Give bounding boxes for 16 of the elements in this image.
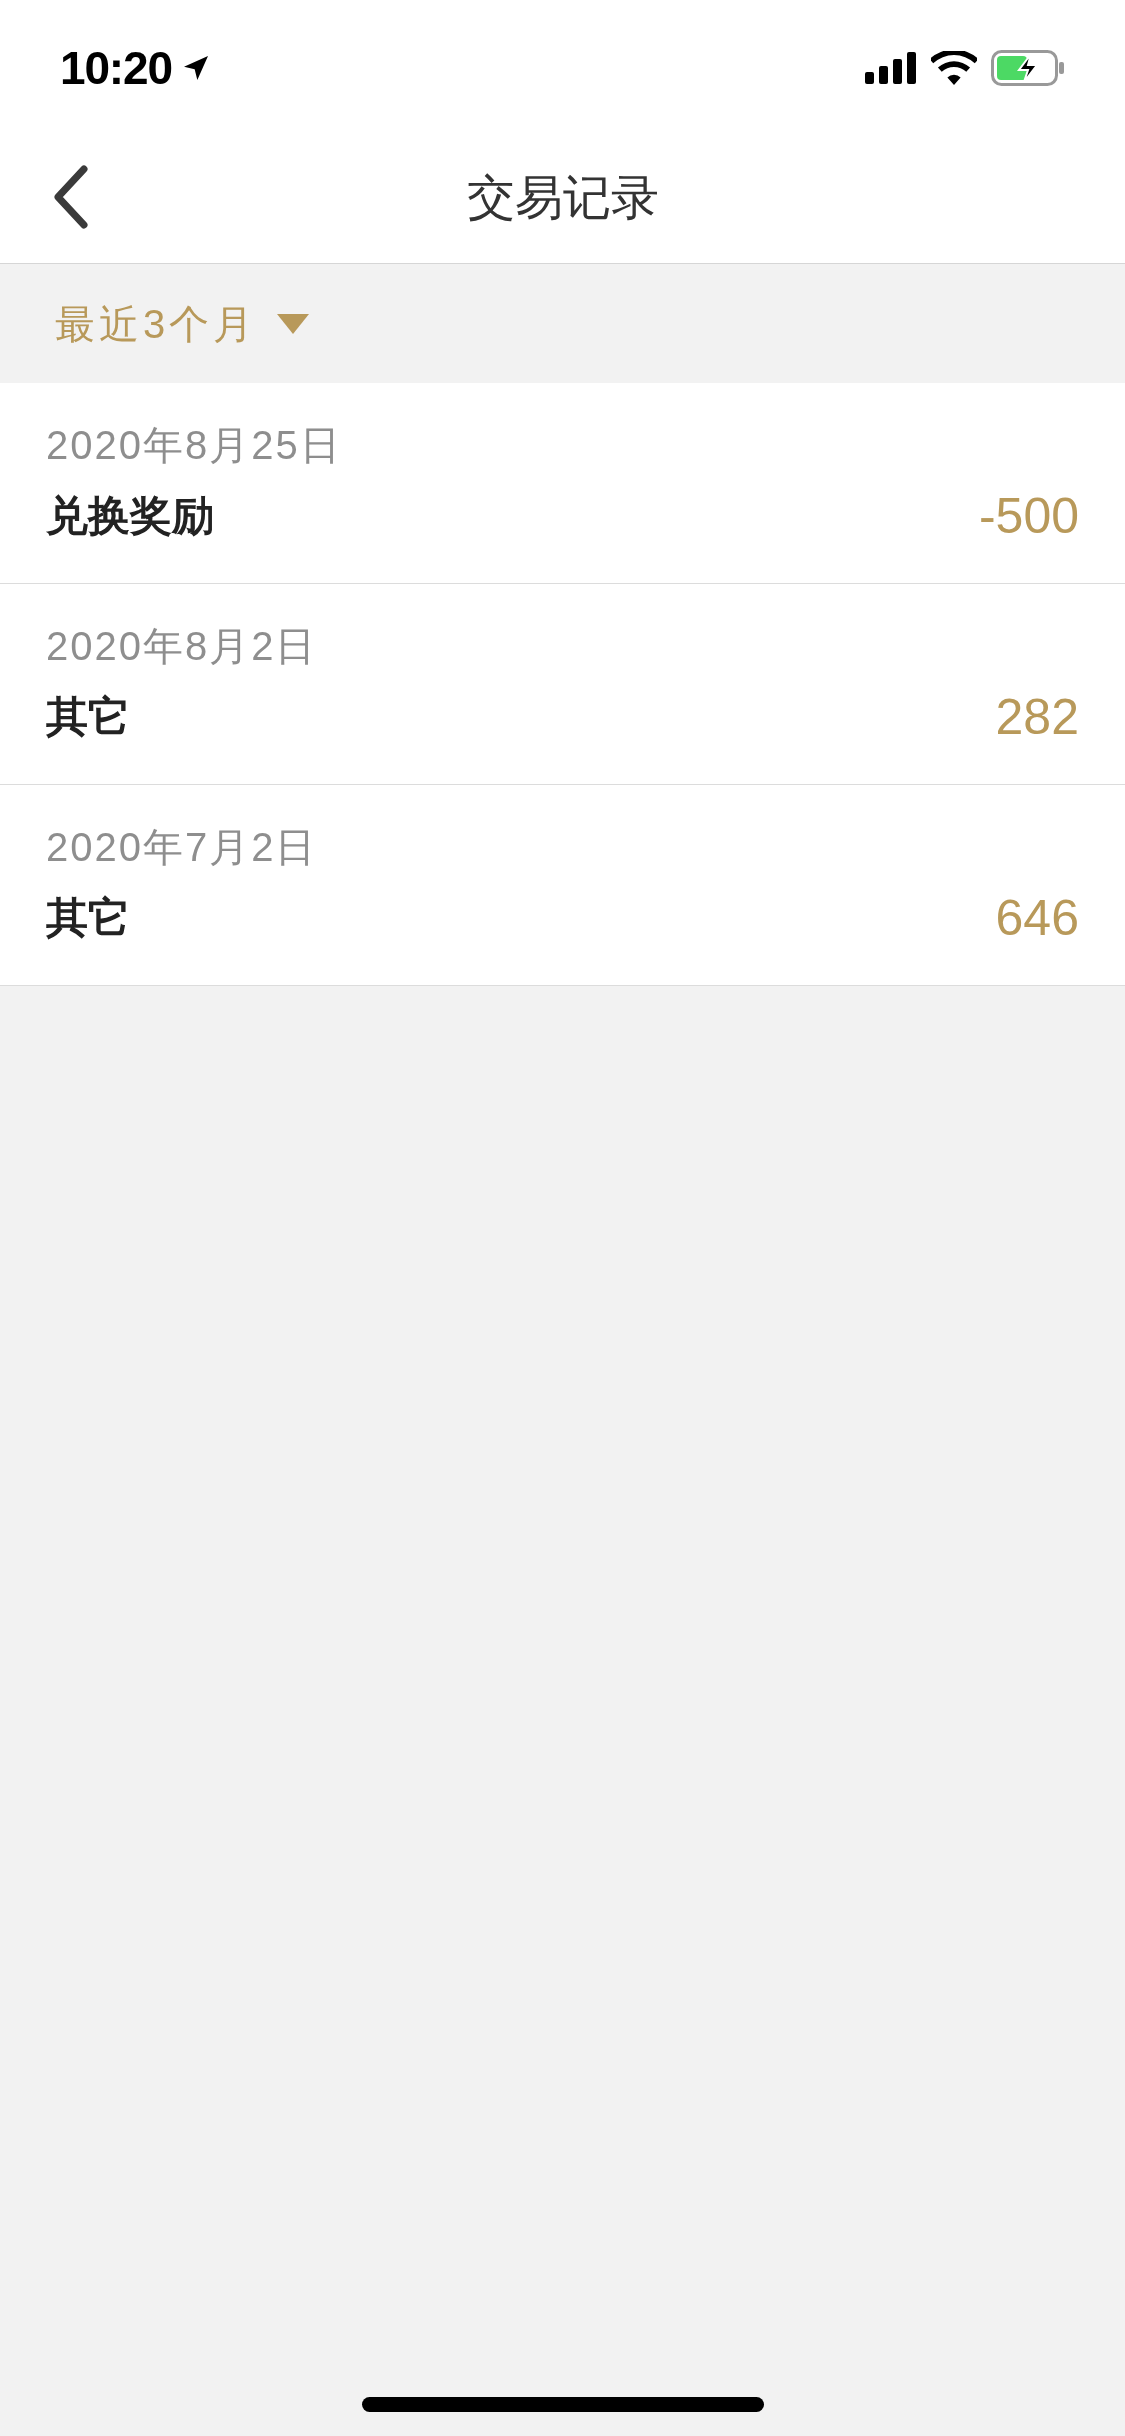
transaction-type: 兑换奖励 [46, 495, 214, 537]
transaction-date: 2020年8月25日 [46, 425, 343, 465]
transaction-date: 2020年8月2日 [46, 626, 319, 666]
battery-charging-icon [991, 50, 1065, 86]
transaction-type: 其它 [46, 897, 130, 939]
transaction-date: 2020年7月2日 [46, 827, 319, 867]
period-dropdown[interactable]: 最近3个月 [55, 293, 310, 354]
transaction-amount: -500 [978, 491, 1079, 541]
transaction-amount: 282 [995, 692, 1079, 742]
caret-down-icon [277, 313, 310, 334]
status-time: 10:20 [60, 40, 172, 96]
signal-icon [865, 52, 917, 84]
transaction-amount: 646 [995, 893, 1079, 943]
page-title: 交易记录 [466, 169, 659, 226]
transaction-type: 其它 [46, 696, 130, 738]
wifi-icon [931, 51, 977, 85]
